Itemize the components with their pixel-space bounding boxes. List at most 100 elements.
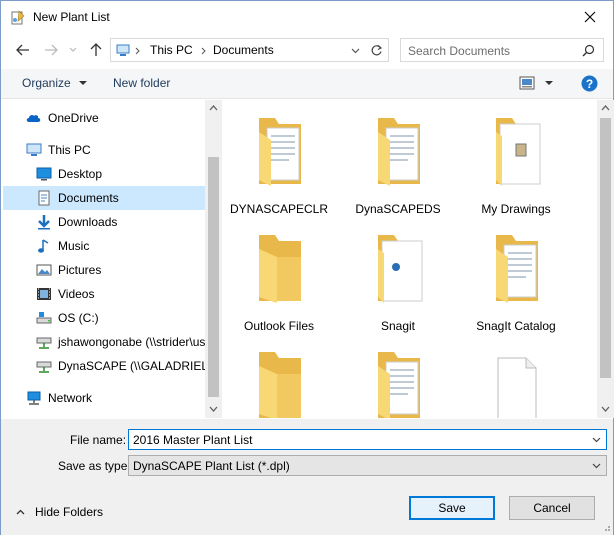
file-tile[interactable] bbox=[343, 334, 453, 418]
nav-item-downloads[interactable]: Downloads bbox=[3, 210, 206, 234]
file-tile[interactable]: My Drawings bbox=[461, 100, 571, 218]
nav-label: Downloads bbox=[58, 215, 118, 229]
title-bar: New Plant List bbox=[1, 1, 613, 33]
scroll-up-icon[interactable] bbox=[209, 105, 218, 111]
file-name: Outlook Files bbox=[243, 319, 315, 333]
chevron-down-icon[interactable] bbox=[592, 437, 601, 443]
nav-label: DynaSCAPE (\\GALADRIEL\\ bbox=[58, 359, 206, 373]
nav-item-jshawongonabe[interactable]: jshawongonabe (\\strider\us bbox=[3, 330, 206, 354]
hide-folders-label: Hide Folders bbox=[35, 505, 104, 519]
chevron-down-icon bbox=[545, 80, 553, 85]
navigation-pane: OneDrive This PC Desktop Documents Downl… bbox=[3, 100, 206, 418]
file-name: DYNASCAPECLR bbox=[229, 202, 329, 216]
save-dialog: New Plant List This PC Documents Search … bbox=[0, 0, 614, 535]
nav-label: Pictures bbox=[58, 263, 102, 277]
folder-icon bbox=[378, 235, 423, 303]
pictures-icon bbox=[36, 264, 52, 276]
organize-label: Organize bbox=[22, 76, 71, 90]
network-drive-icon bbox=[36, 361, 52, 373]
file-list-scroll-thumb[interactable] bbox=[600, 118, 611, 378]
file-list: DYNASCAPECLR DynaSCAPEDS My Drawings Out… bbox=[223, 100, 597, 418]
view-options-button[interactable] bbox=[519, 76, 553, 90]
nav-label: Documents bbox=[58, 191, 119, 205]
close-button[interactable] bbox=[567, 1, 613, 32]
folder-icon bbox=[259, 118, 301, 186]
back-button[interactable] bbox=[14, 41, 32, 59]
folder-icon bbox=[496, 235, 538, 303]
nav-scrollbar[interactable] bbox=[205, 100, 222, 418]
new-folder-button[interactable]: New folder bbox=[113, 76, 170, 90]
file-tile[interactable]: Snagit bbox=[343, 217, 453, 335]
nav-label: Network bbox=[48, 391, 93, 405]
file-tile[interactable] bbox=[461, 334, 571, 418]
chevron-down-icon bbox=[592, 463, 601, 469]
view-icon bbox=[519, 76, 535, 90]
file-name: Snagit bbox=[380, 319, 416, 333]
breadcrumb-chevron-icon bbox=[135, 47, 140, 55]
file-tile[interactable]: Outlook Files bbox=[224, 217, 334, 335]
file-name-field[interactable]: 2016 Master Plant List bbox=[128, 429, 607, 450]
save-type-label: Save as type: bbox=[58, 459, 131, 473]
breadcrumb-documents[interactable]: Documents bbox=[213, 43, 274, 57]
nav-item-videos[interactable]: Videos bbox=[3, 282, 206, 306]
file-name: DynaSCAPEDS bbox=[355, 202, 441, 216]
recent-locations-button[interactable] bbox=[64, 41, 82, 59]
folder-icon bbox=[259, 352, 301, 418]
nav-item-os-c[interactable]: OS (C:) bbox=[3, 306, 206, 330]
cancel-button[interactable]: Cancel bbox=[509, 496, 595, 520]
save-type-value: DynaSCAPE Plant List (*.dpl) bbox=[133, 459, 290, 473]
address-bar[interactable]: This PC Documents bbox=[110, 38, 389, 62]
help-button[interactable]: ? bbox=[581, 75, 598, 95]
hide-folders-button[interactable]: Hide Folders bbox=[16, 505, 103, 519]
nav-item-music[interactable]: Music bbox=[3, 234, 206, 258]
network-drive-icon bbox=[36, 337, 52, 349]
nav-item-this-pc[interactable]: This PC bbox=[3, 138, 206, 162]
videos-icon bbox=[37, 288, 51, 300]
onedrive-icon bbox=[26, 114, 41, 122]
scroll-up-icon[interactable] bbox=[601, 105, 610, 111]
app-icon bbox=[11, 10, 25, 25]
file-tile[interactable]: SnagIt Catalog bbox=[461, 217, 571, 335]
nav-item-documents[interactable]: Documents bbox=[3, 186, 206, 210]
nav-label: This PC bbox=[48, 143, 91, 157]
help-icon: ? bbox=[581, 75, 598, 92]
nav-item-desktop[interactable]: Desktop bbox=[3, 162, 206, 186]
address-dropdown-icon[interactable] bbox=[351, 48, 360, 54]
file-name: SnagIt Catalog bbox=[476, 319, 556, 333]
folder-icon bbox=[496, 118, 541, 186]
file-tile[interactable]: DYNASCAPECLR bbox=[224, 100, 334, 218]
up-arrow-icon bbox=[90, 43, 102, 56]
nav-item-onedrive[interactable]: OneDrive bbox=[3, 106, 206, 130]
file-tile[interactable]: DynaSCAPEDS bbox=[343, 100, 453, 218]
search-icon bbox=[582, 44, 595, 57]
downloads-icon bbox=[38, 215, 50, 230]
scroll-down-icon[interactable] bbox=[601, 406, 610, 412]
scroll-down-icon[interactable] bbox=[209, 406, 218, 412]
nav-scroll-thumb[interactable] bbox=[208, 157, 219, 397]
music-icon bbox=[38, 239, 49, 253]
search-input[interactable]: Search Documents bbox=[400, 38, 604, 62]
save-type-select[interactable]: DynaSCAPE Plant List (*.dpl) bbox=[128, 455, 607, 476]
breadcrumb-chevron-icon bbox=[201, 47, 206, 55]
folder-icon bbox=[259, 235, 301, 303]
forward-button[interactable] bbox=[42, 41, 60, 59]
resize-grip-icon[interactable] bbox=[601, 522, 611, 532]
folder-icon bbox=[378, 352, 420, 418]
svg-text:?: ? bbox=[586, 77, 593, 91]
refresh-icon[interactable] bbox=[370, 44, 383, 57]
file-tile[interactable] bbox=[224, 334, 334, 418]
breadcrumb-this-pc[interactable]: This PC bbox=[150, 43, 193, 57]
up-button[interactable] bbox=[87, 41, 105, 59]
window-title: New Plant List bbox=[33, 10, 110, 24]
nav-item-network[interactable]: Network bbox=[3, 386, 206, 410]
back-arrow-icon bbox=[16, 44, 29, 56]
organize-menu[interactable]: Organize bbox=[22, 76, 88, 90]
file-list-scrollbar[interactable] bbox=[597, 100, 614, 418]
file-name: My Drawings bbox=[481, 202, 551, 216]
save-button[interactable]: Save bbox=[409, 496, 495, 520]
desktop-icon bbox=[36, 167, 52, 181]
forward-arrow-icon bbox=[45, 44, 58, 56]
nav-item-pictures[interactable]: Pictures bbox=[3, 258, 206, 282]
nav-item-dynascape[interactable]: DynaSCAPE (\\GALADRIEL\\ bbox=[3, 354, 206, 378]
file-name-value: 2016 Master Plant List bbox=[133, 433, 253, 447]
